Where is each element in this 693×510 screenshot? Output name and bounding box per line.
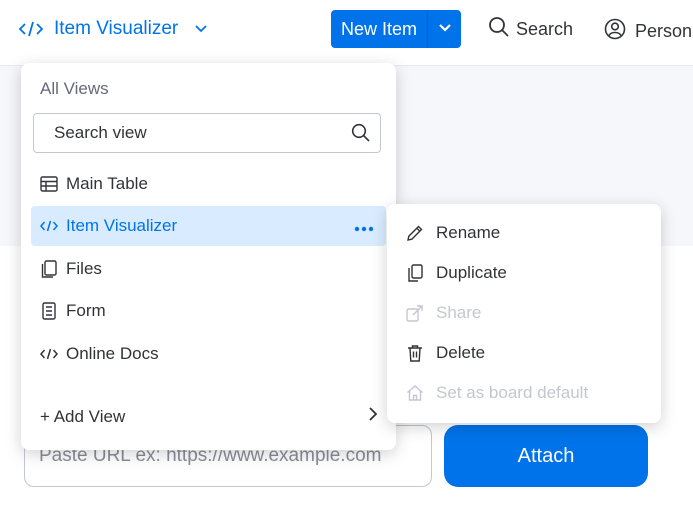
view-item-label: Files bbox=[66, 259, 102, 278]
duplicate-menu-item[interactable]: Duplicate bbox=[405, 263, 507, 283]
view-item-online-docs[interactable]: Online Docs bbox=[31, 334, 386, 374]
attach-button[interactable]: Attach bbox=[444, 425, 648, 487]
views-menu: All Views Main Table Item Visualizer bbox=[21, 63, 396, 450]
new-item-button-group: New Item bbox=[331, 10, 462, 48]
duplicate-icon bbox=[405, 263, 425, 283]
pencil-icon bbox=[405, 223, 425, 243]
file-icon bbox=[40, 260, 58, 278]
share-icon bbox=[405, 303, 425, 323]
table-icon bbox=[40, 175, 58, 193]
new-item-dropdown-button[interactable] bbox=[427, 10, 461, 48]
menu-item-label: Duplicate bbox=[436, 263, 507, 282]
page: Item Visualizer New Item Search Person P… bbox=[0, 0, 693, 510]
view-context-menu: Rename Duplicate Share Delete Set as boa bbox=[387, 204, 661, 423]
code-icon bbox=[18, 16, 44, 42]
delete-menu-item[interactable]: Delete bbox=[405, 343, 485, 363]
chevron-right-icon bbox=[368, 406, 378, 427]
menu-item-label: Set as board default bbox=[436, 383, 589, 402]
search-button[interactable]: Search bbox=[488, 16, 573, 43]
search-icon bbox=[488, 16, 510, 43]
search-icon[interactable] bbox=[351, 123, 371, 148]
view-item-files[interactable]: Files bbox=[31, 249, 386, 289]
chevron-down-icon bbox=[194, 21, 210, 37]
set-default-menu-item: Set as board default bbox=[405, 383, 588, 403]
view-item-label: Form bbox=[66, 301, 106, 320]
view-switcher[interactable]: Item Visualizer bbox=[18, 16, 210, 42]
view-item-label: Main Table bbox=[66, 174, 148, 193]
person-icon bbox=[604, 18, 626, 45]
view-item-item-visualizer[interactable]: Item Visualizer bbox=[31, 206, 386, 246]
view-item-main-table[interactable]: Main Table bbox=[31, 164, 386, 204]
form-icon bbox=[40, 302, 58, 320]
top-bar: Item Visualizer New Item Search Person bbox=[0, 0, 693, 66]
view-item-form[interactable]: Form bbox=[31, 291, 386, 331]
current-view-title: Item Visualizer bbox=[54, 18, 179, 39]
add-view-button[interactable]: + Add View bbox=[40, 406, 378, 427]
share-menu-item: Share bbox=[405, 303, 481, 323]
chevron-down-icon bbox=[438, 20, 452, 38]
person-filter-button[interactable]: Person bbox=[604, 18, 692, 45]
person-label: Person bbox=[635, 21, 693, 41]
search-view-input[interactable] bbox=[34, 114, 324, 152]
search-label: Search bbox=[516, 19, 574, 39]
rename-menu-item[interactable]: Rename bbox=[405, 223, 500, 243]
view-item-label: Item Visualizer bbox=[66, 216, 178, 235]
trash-icon bbox=[405, 343, 425, 363]
menu-item-label: Rename bbox=[436, 223, 501, 242]
view-item-label: Online Docs bbox=[66, 344, 159, 363]
more-options-icon[interactable] bbox=[354, 216, 374, 237]
views-menu-heading: All Views bbox=[40, 79, 109, 98]
home-icon bbox=[405, 383, 425, 403]
code-icon bbox=[40, 217, 58, 235]
code-icon bbox=[40, 345, 58, 363]
menu-item-label: Share bbox=[436, 303, 482, 322]
new-item-button[interactable]: New Item bbox=[331, 10, 427, 48]
menu-item-label: Delete bbox=[436, 343, 486, 362]
search-view-field bbox=[33, 113, 381, 153]
add-view-label: + Add View bbox=[40, 406, 126, 426]
